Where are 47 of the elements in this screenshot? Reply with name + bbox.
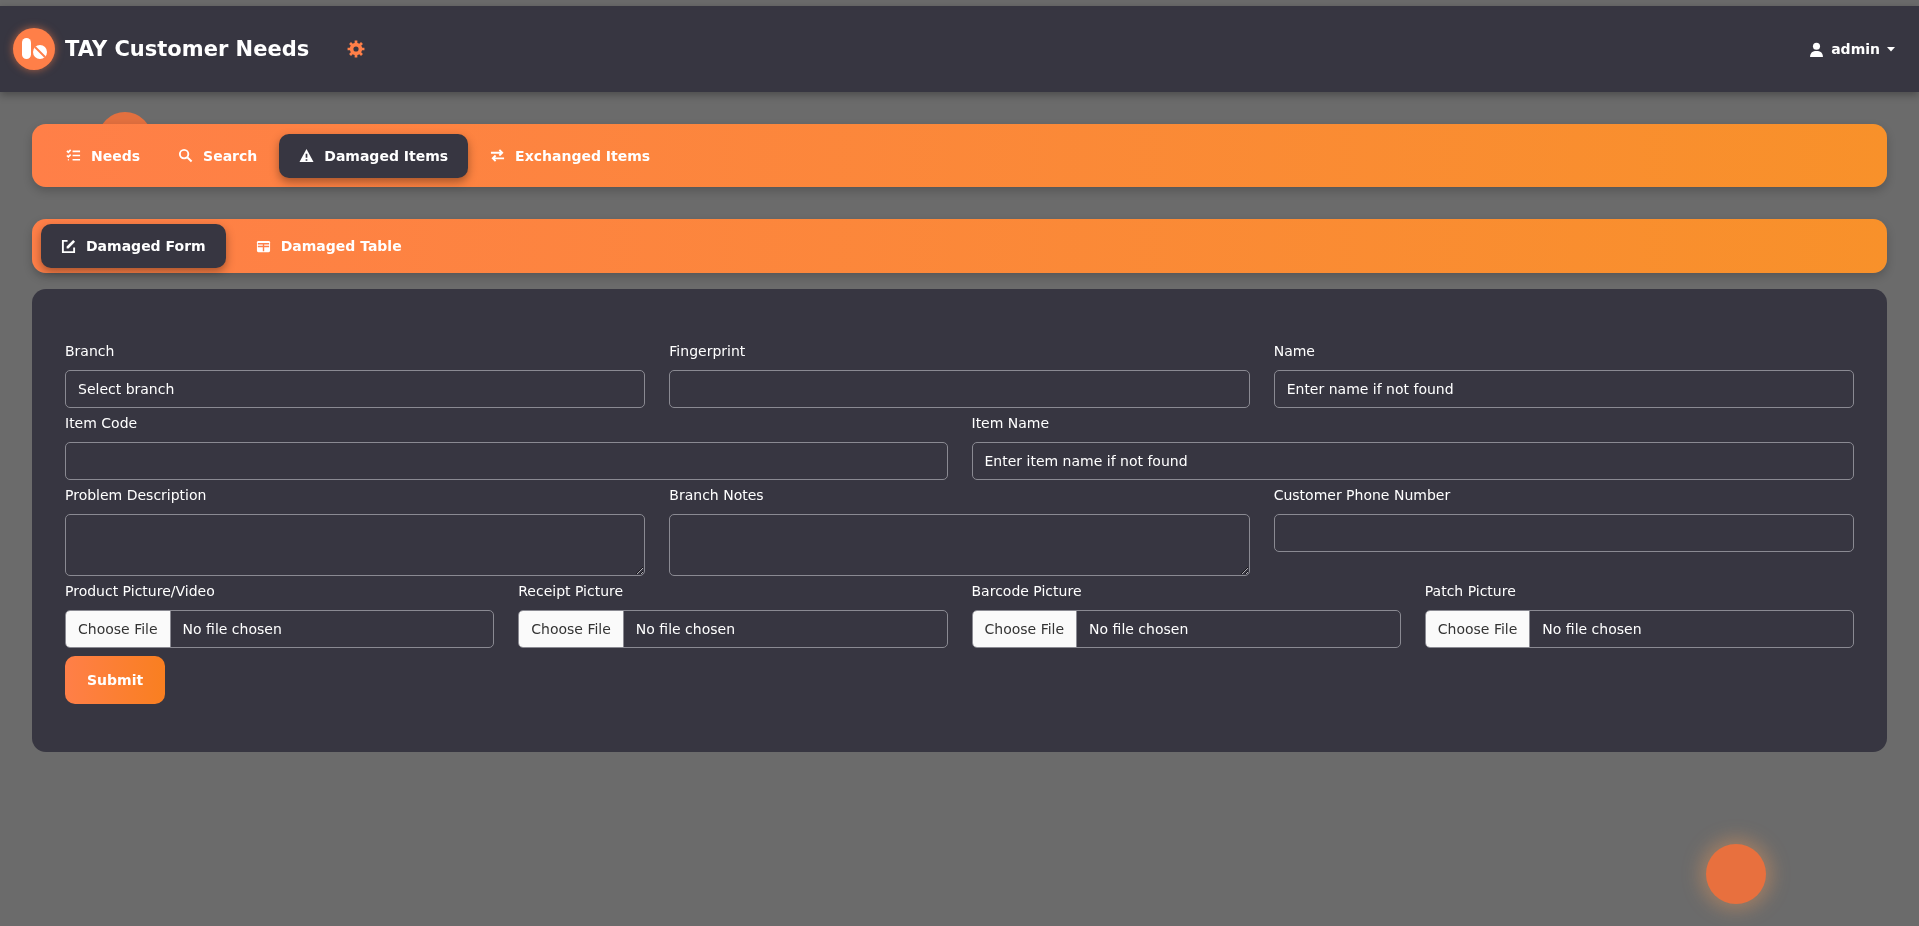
edit-icon xyxy=(61,238,76,254)
choose-file-button[interactable]: Choose File xyxy=(1425,611,1531,647)
user-icon xyxy=(1809,41,1825,57)
file-status: No file chosen xyxy=(1541,621,1642,637)
sub-nav-tab[interactable]: Damaged Form xyxy=(41,224,226,268)
file-field[interactable]: Choose File No file chosen xyxy=(1424,610,1854,648)
user-menu[interactable]: admin xyxy=(1809,41,1895,57)
file-status: No file chosen xyxy=(1088,621,1189,637)
file-field[interactable]: Choose File No file chosen xyxy=(971,610,1401,648)
field-label: Branch Notes xyxy=(669,486,765,505)
choose-file-button[interactable]: Choose File xyxy=(66,611,171,647)
field-label: Customer Phone Number xyxy=(1273,486,1452,505)
field-label: Product Picture/Video xyxy=(65,582,216,601)
field-label: Receipt Picture xyxy=(518,582,625,601)
field-label: Patch Picture xyxy=(1424,582,1517,601)
text-area[interactable] xyxy=(669,514,1250,576)
pills-logo-icon xyxy=(12,27,56,71)
warning-icon xyxy=(299,148,315,163)
field-label: Name xyxy=(1273,342,1316,361)
input-field[interactable] xyxy=(669,370,1250,408)
field-label: Barcode Picture xyxy=(971,582,1083,601)
table-icon xyxy=(255,238,271,254)
file-status: No file chosen xyxy=(181,621,282,637)
input-field[interactable] xyxy=(1273,514,1854,552)
field-label: Item Name xyxy=(971,414,1051,433)
field-label: Item Code xyxy=(65,414,139,433)
choose-file-button[interactable]: Choose File xyxy=(519,611,624,647)
floating-circle xyxy=(1706,844,1766,904)
nav-tab[interactable]: Damaged Items xyxy=(279,133,469,178)
field-label: Fingerprint xyxy=(669,342,747,361)
file-field[interactable]: Choose File No file chosen xyxy=(518,610,948,648)
swap-arrows-icon xyxy=(490,148,506,163)
input-field[interactable]: Enter name if not found xyxy=(1273,370,1854,408)
select-field[interactable]: Select branch xyxy=(65,370,646,408)
settings-icon[interactable] xyxy=(347,40,366,58)
checklist-icon xyxy=(66,148,81,163)
input-field[interactable] xyxy=(65,442,948,480)
field-label: Branch xyxy=(65,342,116,361)
file-status: No file chosen xyxy=(634,621,735,637)
text-area[interactable] xyxy=(65,514,646,576)
field-label: Problem Description xyxy=(65,486,208,505)
input-field[interactable]: Enter item name if not found xyxy=(971,442,1854,480)
file-field[interactable]: Choose File No file chosen xyxy=(65,610,495,648)
choose-file-button[interactable]: Choose File xyxy=(972,611,1078,647)
search-icon xyxy=(178,148,194,163)
app-title: TAY Customer Needs xyxy=(65,37,310,61)
caret-icon xyxy=(1887,46,1895,52)
